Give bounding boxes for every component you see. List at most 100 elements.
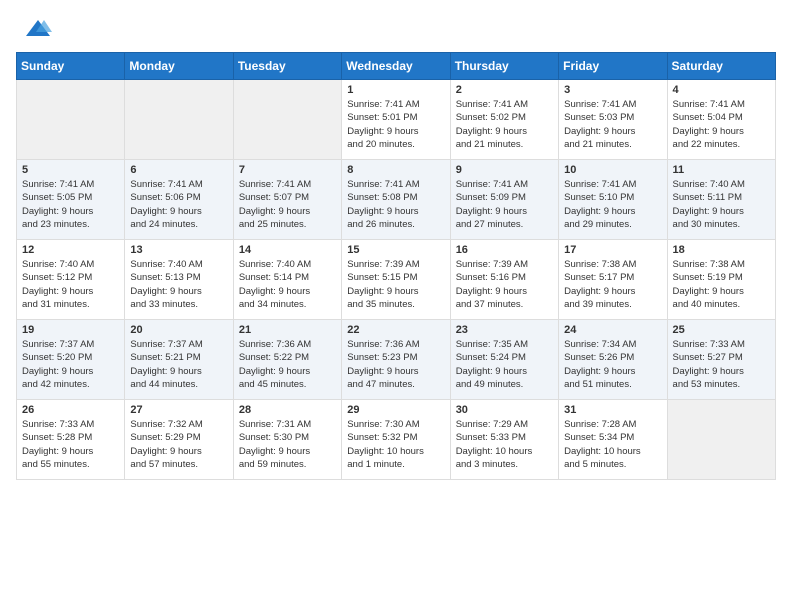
header [0,0,792,52]
day-number: 18 [673,244,770,256]
calendar-week-4: 19 Sunrise: 7:37 AM Sunset: 5:20 PM Dayli… [17,320,776,400]
calendar-cell: 2 Sunrise: 7:41 AM Sunset: 5:02 PM Daylig… [450,80,558,160]
day-number: 20 [130,324,227,336]
page: { "header": { "logo": { "line1": "Genera… [0,0,792,612]
day-info: Sunrise: 7:28 AM Sunset: 5:34 PM Dayligh… [564,418,661,471]
day-number: 9 [456,164,553,176]
calendar-week-3: 12Sunrise: 7:40 AM Sunset: 5:12 PM Dayli… [17,240,776,320]
day-number: 5 [22,164,119,176]
calendar-cell: 25 Sunrise: 7:33 AM Sunset: 5:27 PM Dayli… [667,320,775,400]
calendar-cell: 8 Sunrise: 7:41 AM Sunset: 5:08 PM Daylig… [342,160,450,240]
day-number: 3 [564,84,661,96]
calendar-cell: 24 Sunrise: 7:34 AM Sunset: 5:26 PM Dayli… [559,320,667,400]
day-info: Sunrise: 7:39 AM Sunset: 5:16 PM Dayligh… [456,258,553,311]
day-number: 17 [564,244,661,256]
day-number: 7 [239,164,336,176]
day-info: Sunrise: 7:41 AM Sunset: 5:06 PM Dayligh… [130,178,227,231]
calendar-cell: 18 Sunrise: 7:38 AM Sunset: 5:19 PM Dayli… [667,240,775,320]
day-number: 27 [130,404,227,416]
day-number: 21 [239,324,336,336]
calendar-cell: 23 Sunrise: 7:35 AM Sunset: 5:24 PM Dayli… [450,320,558,400]
day-info: Sunrise: 7:41 AM Sunset: 5:10 PM Dayligh… [564,178,661,231]
day-number: 8 [347,164,444,176]
calendar-cell: 16Sunrise: 7:39 AM Sunset: 5:16 PM Dayli… [450,240,558,320]
day-info: Sunrise: 7:41 AM Sunset: 5:09 PM Dayligh… [456,178,553,231]
day-number: 12 [22,244,119,256]
day-number: 13 [130,244,227,256]
calendar-cell: 15Sunrise: 7:39 AM Sunset: 5:15 PM Dayli… [342,240,450,320]
day-info: Sunrise: 7:40 AM Sunset: 5:13 PM Dayligh… [130,258,227,311]
calendar-cell: 1Sunrise: 7:41 AM Sunset: 5:01 PM Daylig… [342,80,450,160]
day-header-sunday: Sunday [17,53,125,80]
calendar-cell [125,80,233,160]
calendar-cell [667,400,775,480]
day-number: 28 [239,404,336,416]
day-number: 14 [239,244,336,256]
day-info: Sunrise: 7:38 AM Sunset: 5:17 PM Dayligh… [564,258,661,311]
calendar-cell: 28 Sunrise: 7:31 AM Sunset: 5:30 PM Dayli… [233,400,341,480]
day-number: 10 [564,164,661,176]
day-header-saturday: Saturday [667,53,775,80]
day-number: 29 [347,404,444,416]
calendar-cell: 27 Sunrise: 7:32 AM Sunset: 5:29 PM Dayli… [125,400,233,480]
day-info: Sunrise: 7:35 AM Sunset: 5:24 PM Dayligh… [456,338,553,391]
day-number: 1 [347,84,444,96]
day-info: Sunrise: 7:41 AM Sunset: 5:03 PM Dayligh… [564,98,661,151]
day-number: 22 [347,324,444,336]
day-number: 19 [22,324,119,336]
calendar-cell: 7 Sunrise: 7:41 AM Sunset: 5:07 PM Daylig… [233,160,341,240]
day-info: Sunrise: 7:36 AM Sunset: 5:23 PM Dayligh… [347,338,444,391]
day-info: Sunrise: 7:41 AM Sunset: 5:05 PM Dayligh… [22,178,119,231]
day-header-monday: Monday [125,53,233,80]
day-number: 24 [564,324,661,336]
day-info: Sunrise: 7:41 AM Sunset: 5:07 PM Dayligh… [239,178,336,231]
calendar-cell: 20Sunrise: 7:37 AM Sunset: 5:21 PM Dayli… [125,320,233,400]
day-info: Sunrise: 7:41 AM Sunset: 5:04 PM Dayligh… [673,98,770,151]
calendar-cell: 31Sunrise: 7:28 AM Sunset: 5:34 PM Dayli… [559,400,667,480]
calendar-cell: 26 Sunrise: 7:33 AM Sunset: 5:28 PM Dayli… [17,400,125,480]
day-header-friday: Friday [559,53,667,80]
day-info: Sunrise: 7:40 AM Sunset: 5:14 PM Dayligh… [239,258,336,311]
day-number: 25 [673,324,770,336]
day-header-tuesday: Tuesday [233,53,341,80]
day-number: 2 [456,84,553,96]
day-number: 11 [673,164,770,176]
calendar-cell: 13 Sunrise: 7:40 AM Sunset: 5:13 PM Dayli… [125,240,233,320]
calendar-cell: 5 Sunrise: 7:41 AM Sunset: 5:05 PM Daylig… [17,160,125,240]
day-info: Sunrise: 7:41 AM Sunset: 5:08 PM Dayligh… [347,178,444,231]
day-info: Sunrise: 7:34 AM Sunset: 5:26 PM Dayligh… [564,338,661,391]
day-number: 30 [456,404,553,416]
day-info: Sunrise: 7:37 AM Sunset: 5:20 PM Dayligh… [22,338,119,391]
calendar-table: SundayMondayTuesdayWednesdayThursdayFrid… [16,52,776,480]
calendar-cell: 14 Sunrise: 7:40 AM Sunset: 5:14 PM Dayli… [233,240,341,320]
day-info: Sunrise: 7:33 AM Sunset: 5:28 PM Dayligh… [22,418,119,471]
day-header-wednesday: Wednesday [342,53,450,80]
day-info: Sunrise: 7:30 AM Sunset: 5:32 PM Dayligh… [347,418,444,471]
calendar-cell [233,80,341,160]
calendar-cell: 11Sunrise: 7:40 AM Sunset: 5:11 PM Dayli… [667,160,775,240]
day-header-thursday: Thursday [450,53,558,80]
day-info: Sunrise: 7:31 AM Sunset: 5:30 PM Dayligh… [239,418,336,471]
day-number: 6 [130,164,227,176]
day-info: Sunrise: 7:36 AM Sunset: 5:22 PM Dayligh… [239,338,336,391]
calendar-week-2: 5 Sunrise: 7:41 AM Sunset: 5:05 PM Daylig… [17,160,776,240]
calendar-cell [17,80,125,160]
calendar-cell: 3 Sunrise: 7:41 AM Sunset: 5:03 PM Daylig… [559,80,667,160]
calendar-cell: 19 Sunrise: 7:37 AM Sunset: 5:20 PM Dayli… [17,320,125,400]
calendar-cell: 6 Sunrise: 7:41 AM Sunset: 5:06 PM Daylig… [125,160,233,240]
calendar-cell: 21 Sunrise: 7:36 AM Sunset: 5:22 PM Dayli… [233,320,341,400]
day-number: 4 [673,84,770,96]
day-info: Sunrise: 7:33 AM Sunset: 5:27 PM Dayligh… [673,338,770,391]
calendar-header-row: SundayMondayTuesdayWednesdayThursdayFrid… [17,53,776,80]
calendar-cell: 10 Sunrise: 7:41 AM Sunset: 5:10 PM Dayli… [559,160,667,240]
day-number: 23 [456,324,553,336]
day-info: Sunrise: 7:29 AM Sunset: 5:33 PM Dayligh… [456,418,553,471]
day-number: 26 [22,404,119,416]
calendar-cell: 22 Sunrise: 7:36 AM Sunset: 5:23 PM Dayli… [342,320,450,400]
calendar-cell: 12Sunrise: 7:40 AM Sunset: 5:12 PM Dayli… [17,240,125,320]
calendar-cell: 9 Sunrise: 7:41 AM Sunset: 5:09 PM Daylig… [450,160,558,240]
calendar-cell: 4 Sunrise: 7:41 AM Sunset: 5:04 PM Daylig… [667,80,775,160]
day-info: Sunrise: 7:38 AM Sunset: 5:19 PM Dayligh… [673,258,770,311]
day-info: Sunrise: 7:32 AM Sunset: 5:29 PM Dayligh… [130,418,227,471]
day-info: Sunrise: 7:41 AM Sunset: 5:02 PM Dayligh… [456,98,553,151]
